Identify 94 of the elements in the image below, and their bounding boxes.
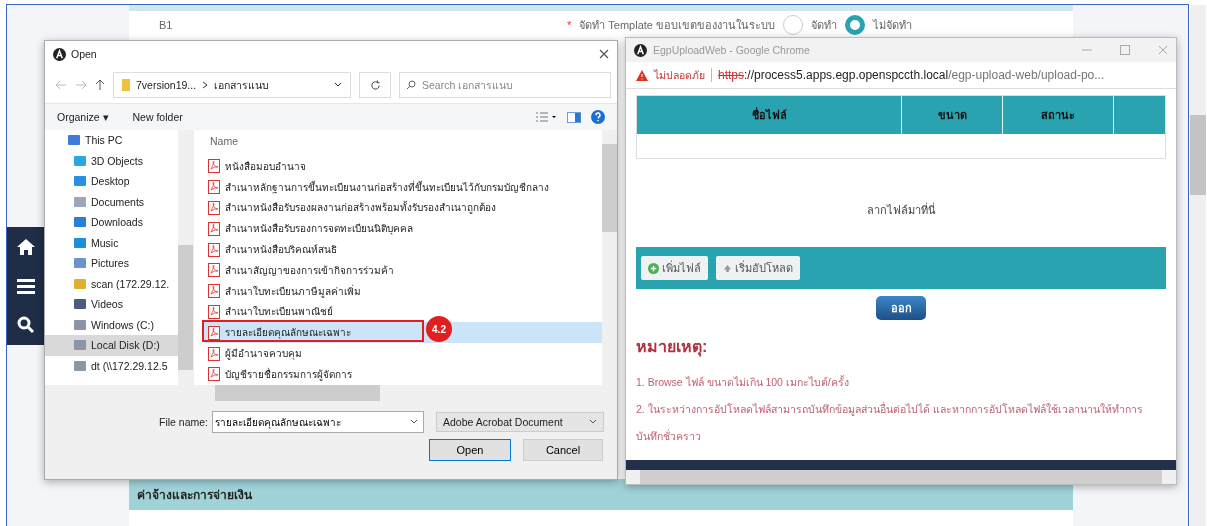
- view-options-icon[interactable]: [535, 111, 557, 123]
- help-icon[interactable]: [591, 110, 605, 124]
- pdf-file-icon: [208, 284, 220, 299]
- cancel-button[interactable]: Cancel: [523, 439, 603, 461]
- nav-item[interactable]: Videos: [45, 294, 178, 315]
- security-label[interactable]: ไม่ปลอดภัย: [654, 66, 705, 84]
- file-item[interactable]: สำเนาใบทะเบียนภาษีมูลค่าเพิ่ม: [204, 280, 602, 302]
- radio-label: จัดทำ: [811, 18, 838, 33]
- forward-icon[interactable]: [75, 80, 87, 90]
- nav-item[interactable]: Downloads: [45, 212, 178, 233]
- dropdown-icon: [589, 419, 598, 425]
- nav-item[interactable]: Pictures: [45, 253, 178, 274]
- scrollbar[interactable]: [1190, 5, 1206, 526]
- maximize-icon[interactable]: [1120, 45, 1130, 55]
- radio-label: ไม่จัดทำ: [873, 18, 913, 33]
- app-logo-icon: [53, 47, 66, 61]
- pdf-file-icon: [208, 180, 220, 195]
- app-logo-icon: [634, 43, 647, 57]
- note-text: 1. Browse ไฟล์ ขนาดไม่เกิน 100 เมกะไบต์/ครั้ง: [636, 374, 850, 390]
- file-item[interactable]: สำเนาหนังสือบริคณห์สนธิ: [204, 239, 602, 260]
- home-icon[interactable]: [16, 238, 36, 256]
- scrollbar[interactable]: [602, 130, 617, 385]
- scrollbar[interactable]: [178, 130, 193, 385]
- file-type-dropdown[interactable]: Adobe Acrobat Document: [436, 412, 605, 432]
- nav-item[interactable]: This PC: [45, 130, 178, 151]
- radio-button[interactable]: [783, 15, 804, 35]
- exit-button[interactable]: ออก: [876, 296, 926, 320]
- file-item[interactable]: หนังสือมอบอำนาจ: [204, 156, 602, 177]
- chevron-icon: [202, 81, 209, 89]
- back-icon[interactable]: [55, 80, 67, 90]
- step-badge: 4.2: [426, 316, 452, 343]
- nav-item[interactable]: 3D Objects: [45, 150, 178, 171]
- question-label: จัดทำ Template ขอบเขตของงานในระบบ: [579, 18, 776, 33]
- upload-arrow-icon: [723, 263, 732, 273]
- up-icon[interactable]: [95, 79, 105, 91]
- search-icon[interactable]: [17, 316, 35, 334]
- toolbar-button[interactable]: New folder: [132, 111, 183, 123]
- file-name-field[interactable]: รายละเอียดคุณลักษณะเฉพาะ: [212, 411, 425, 433]
- nav-item[interactable]: scan (172.29.12.: [45, 273, 178, 294]
- file-item[interactable]: สำเนาสัญญาของการเข้ากิจการร่วมค้า: [204, 260, 602, 281]
- address-bar[interactable]: 7version19... เอกสารแนบ: [113, 72, 351, 98]
- folder-icon: [122, 79, 130, 91]
- plus-icon: [648, 262, 659, 274]
- search-icon: [406, 80, 416, 90]
- pdf-file-icon: [208, 325, 220, 340]
- pdf-file-icon: [208, 159, 220, 174]
- file-item[interactable]: ผู้มีอำนาจควบคุม: [204, 343, 602, 364]
- file-item[interactable]: สำเนาหลักฐานการขึ้นทะเบียนงานก่อสร้างที่ขึ้นทะเบียนไว้กับกรมบัญชีกลาง: [204, 176, 602, 198]
- drop-hint: ลากไฟล์มาที่นี่: [865, 201, 937, 218]
- nav-item[interactable]: Music: [45, 232, 178, 253]
- pdf-file-icon: [208, 221, 220, 236]
- pdf-file-icon: [208, 242, 220, 257]
- nav-item[interactable]: Desktop: [45, 171, 178, 192]
- field-label: File name:: [159, 416, 209, 428]
- pdf-file-icon: [208, 201, 220, 215]
- column-header[interactable]: Name: [210, 130, 602, 152]
- menu-icon[interactable]: [17, 278, 35, 294]
- dropdown-icon[interactable]: [334, 82, 342, 88]
- file-item[interactable]: สำเนาหนังสือรับรองผลงานก่อสร้างพร้อมทั้งรับรองสำเนาถูกต้อง: [204, 197, 602, 219]
- window-title: EgpUploadWeb - Google Chrome: [653, 44, 810, 56]
- note-text: 2. ในระหว่างการอัปโหลดไฟล์สามารถบันทึกข้อมูลส่วนอื่นต่อไปได้ และหากการอัปโหลดไฟล์ใช้เวลานานให้ทำการบันทึกชั่วคราว: [636, 401, 1144, 444]
- refresh-icon: [369, 79, 381, 91]
- nav-item[interactable]: Documents: [45, 191, 178, 212]
- pdf-file-icon: [208, 346, 220, 361]
- start-upload-button[interactable]: เริ่มอัปโหลด: [716, 256, 800, 280]
- column-header: ขนาด: [902, 96, 1003, 134]
- required-mark: *: [567, 19, 572, 31]
- search-field[interactable]: Search เอกสารแนบ: [399, 72, 611, 98]
- nav-item[interactable]: Local Disk (D:): [45, 335, 178, 356]
- open-button[interactable]: Open: [429, 439, 511, 461]
- row-label: B1: [159, 19, 174, 31]
- toolbar-button[interactable]: Organize ▾: [57, 111, 109, 123]
- preview-pane-icon[interactable]: [567, 111, 581, 123]
- add-file-button[interactable]: เพิ่มไฟล์: [641, 256, 708, 280]
- note-title: หมายเหตุ:: [636, 337, 709, 359]
- pdf-file-icon: [208, 304, 220, 319]
- scrollbar[interactable]: [626, 470, 1176, 484]
- file-item[interactable]: บัญชีรายชื่อกรรมการผู้จัดการ: [204, 363, 602, 385]
- nav-item[interactable]: Windows (C:): [45, 314, 178, 335]
- column-header: สถานะ: [1003, 96, 1114, 134]
- nav-item[interactable]: dt (\\172.29.12.5: [45, 355, 178, 376]
- breadcrumb[interactable]: 7version19...: [136, 79, 197, 91]
- dialog-title: Open: [71, 48, 97, 60]
- warning-icon: [636, 69, 648, 81]
- url-text[interactable]: https://process5.apps.egp.openspccth.local/egp-upload-web/upload-po...: [718, 68, 1105, 82]
- close-icon[interactable]: [599, 49, 609, 59]
- dropdown-icon[interactable]: [410, 419, 419, 425]
- refresh-button[interactable]: [359, 72, 391, 98]
- breadcrumb[interactable]: เอกสารแนบ: [214, 76, 270, 94]
- pdf-file-icon: [208, 367, 220, 382]
- column-header: ชื่อไฟล์: [637, 96, 902, 134]
- file-item[interactable]: สำเนาหนังสือรับรองการจดทะเบียนนิติบุคคล: [204, 218, 602, 240]
- radio-button[interactable]: [845, 15, 866, 35]
- pdf-file-icon: [208, 263, 220, 278]
